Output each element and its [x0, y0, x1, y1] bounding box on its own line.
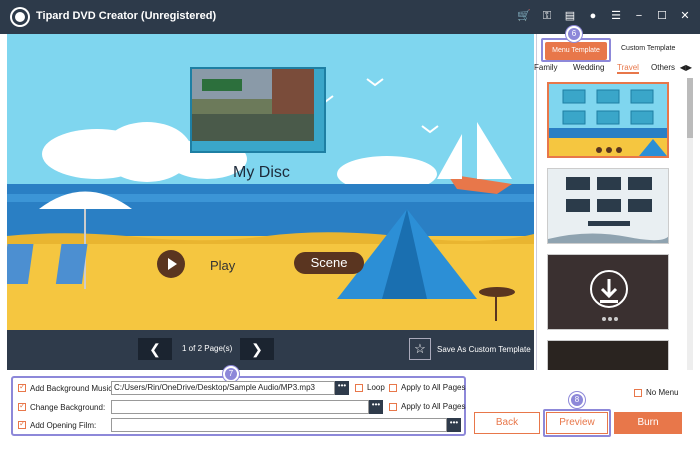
step-badge-8: 8 — [569, 392, 585, 408]
category-others[interactable]: Others — [651, 63, 675, 72]
apply-all-label-2: Apply to All Pages — [401, 402, 466, 411]
change-bg-browse-button[interactable]: ••• — [369, 400, 383, 414]
bg-music-row: Add Background Music: — [18, 381, 115, 395]
play-icon[interactable] — [157, 250, 185, 278]
bg-music-path-input[interactable]: C:/Users/Rin/OneDrive/Desktop/Sample Aud… — [111, 381, 335, 395]
bg-music-checkbox[interactable] — [18, 382, 26, 392]
burn-button[interactable]: Burn — [614, 412, 682, 434]
play-label[interactable]: Play — [210, 258, 235, 273]
page-navigation: ❮ 1 of 2 Page(s) ❯ ☆ Save As Custom Temp… — [7, 330, 534, 370]
apply-all-label-1: Apply to All Pages — [401, 383, 466, 392]
menu-preview: My Disc Play Scene — [7, 34, 534, 330]
prev-page-button[interactable]: ❮ — [138, 338, 172, 360]
bottom-panel: 7 Add Background Music: C:/Users/Rin/One… — [0, 366, 700, 454]
scene-button[interactable]: Scene — [294, 252, 364, 274]
tab-menu-template[interactable]: Menu Template — [545, 42, 607, 60]
change-bg-row: Change Background: — [18, 400, 105, 414]
loop-checkbox[interactable] — [355, 383, 363, 392]
apply-all-checkbox-1[interactable] — [389, 383, 397, 392]
preview-button[interactable]: Preview — [546, 412, 608, 434]
opening-film-browse-button[interactable]: ••• — [447, 418, 461, 432]
template-thumb-download — [548, 255, 668, 329]
app-logo-icon — [12, 9, 28, 25]
disc-title[interactable]: My Disc — [233, 164, 290, 182]
opening-film-label: Add Opening Film: — [30, 420, 97, 430]
category-travel[interactable]: Travel — [617, 63, 639, 74]
template-item-beach[interactable] — [547, 82, 669, 158]
page-count: 1 of 2 Page(s) — [182, 344, 233, 353]
template-item-dark[interactable] — [547, 340, 669, 370]
template-thumb-beach — [549, 84, 667, 156]
category-arrows-icon[interactable]: ◀▶ — [680, 63, 692, 72]
back-button[interactable]: Back — [474, 412, 540, 434]
no-menu-label: No Menu — [646, 388, 679, 397]
save-template-label: Save As Custom Template — [437, 344, 531, 354]
template-thumb-plane — [548, 169, 668, 243]
file-icon[interactable]: ▤ — [563, 9, 577, 23]
title-bar: Tipard DVD Creator (Unregistered) 🛒 ⚿ ▤ … — [0, 0, 700, 34]
opening-film-row: Add Opening Film: — [18, 418, 96, 432]
category-family[interactable]: Family — [534, 63, 558, 72]
template-sidebar: Menu Template Custom Template 6 Family W… — [534, 26, 694, 370]
maximize-icon[interactable]: ☐ — [655, 9, 669, 23]
minimize-icon[interactable]: − — [632, 9, 646, 23]
apply-all-checkbox-2[interactable] — [389, 402, 397, 411]
tab-custom-template[interactable]: Custom Template — [621, 45, 675, 52]
apply-all-option-1[interactable]: Apply to All Pages — [389, 383, 465, 392]
options-panel: 7 Add Background Music: C:/Users/Rin/One… — [11, 366, 466, 436]
loop-option[interactable]: Loop — [355, 383, 385, 392]
change-bg-label: Change Background: — [30, 402, 106, 412]
cart-icon[interactable]: 🛒 — [517, 9, 531, 23]
template-item-download[interactable] — [547, 254, 669, 330]
step-badge-7: 7 — [223, 366, 239, 382]
chat-icon[interactable]: ● — [586, 9, 600, 23]
category-tabs: Family Wedding Travel Others ◀▶ — [534, 62, 694, 76]
category-wedding[interactable]: Wedding — [573, 63, 604, 72]
thumbnail-image — [192, 69, 314, 141]
save-custom-template-button[interactable]: ☆ Save As Custom Template — [409, 338, 531, 360]
menu-icon[interactable]: ☰ — [609, 9, 623, 23]
loop-label: Loop — [367, 383, 385, 392]
change-bg-input[interactable] — [111, 400, 369, 414]
bg-music-browse-button[interactable]: ••• — [335, 381, 349, 395]
opening-film-input[interactable] — [111, 418, 447, 432]
apply-all-option-2[interactable]: Apply to All Pages — [389, 402, 465, 411]
no-menu-checkbox[interactable] — [634, 388, 642, 397]
template-tabs: Menu Template Custom Template 6 — [541, 26, 691, 62]
step-badge-6: 6 — [566, 26, 582, 42]
template-list — [537, 78, 687, 370]
window-title: Tipard DVD Creator (Unregistered) — [36, 10, 217, 22]
opening-film-checkbox[interactable] — [18, 419, 26, 429]
disc-thumbnail[interactable] — [190, 67, 326, 153]
key-icon[interactable]: ⚿ — [540, 9, 554, 23]
change-bg-checkbox[interactable] — [18, 401, 26, 411]
close-icon[interactable]: ✕ — [678, 9, 692, 23]
template-item-plane[interactable] — [547, 168, 669, 244]
no-menu-option[interactable]: No Menu — [634, 388, 678, 397]
star-icon: ☆ — [409, 338, 431, 360]
template-scrollbar[interactable] — [687, 78, 693, 370]
bg-music-label: Add Background Music: — [30, 383, 115, 393]
next-page-button[interactable]: ❯ — [240, 338, 274, 360]
